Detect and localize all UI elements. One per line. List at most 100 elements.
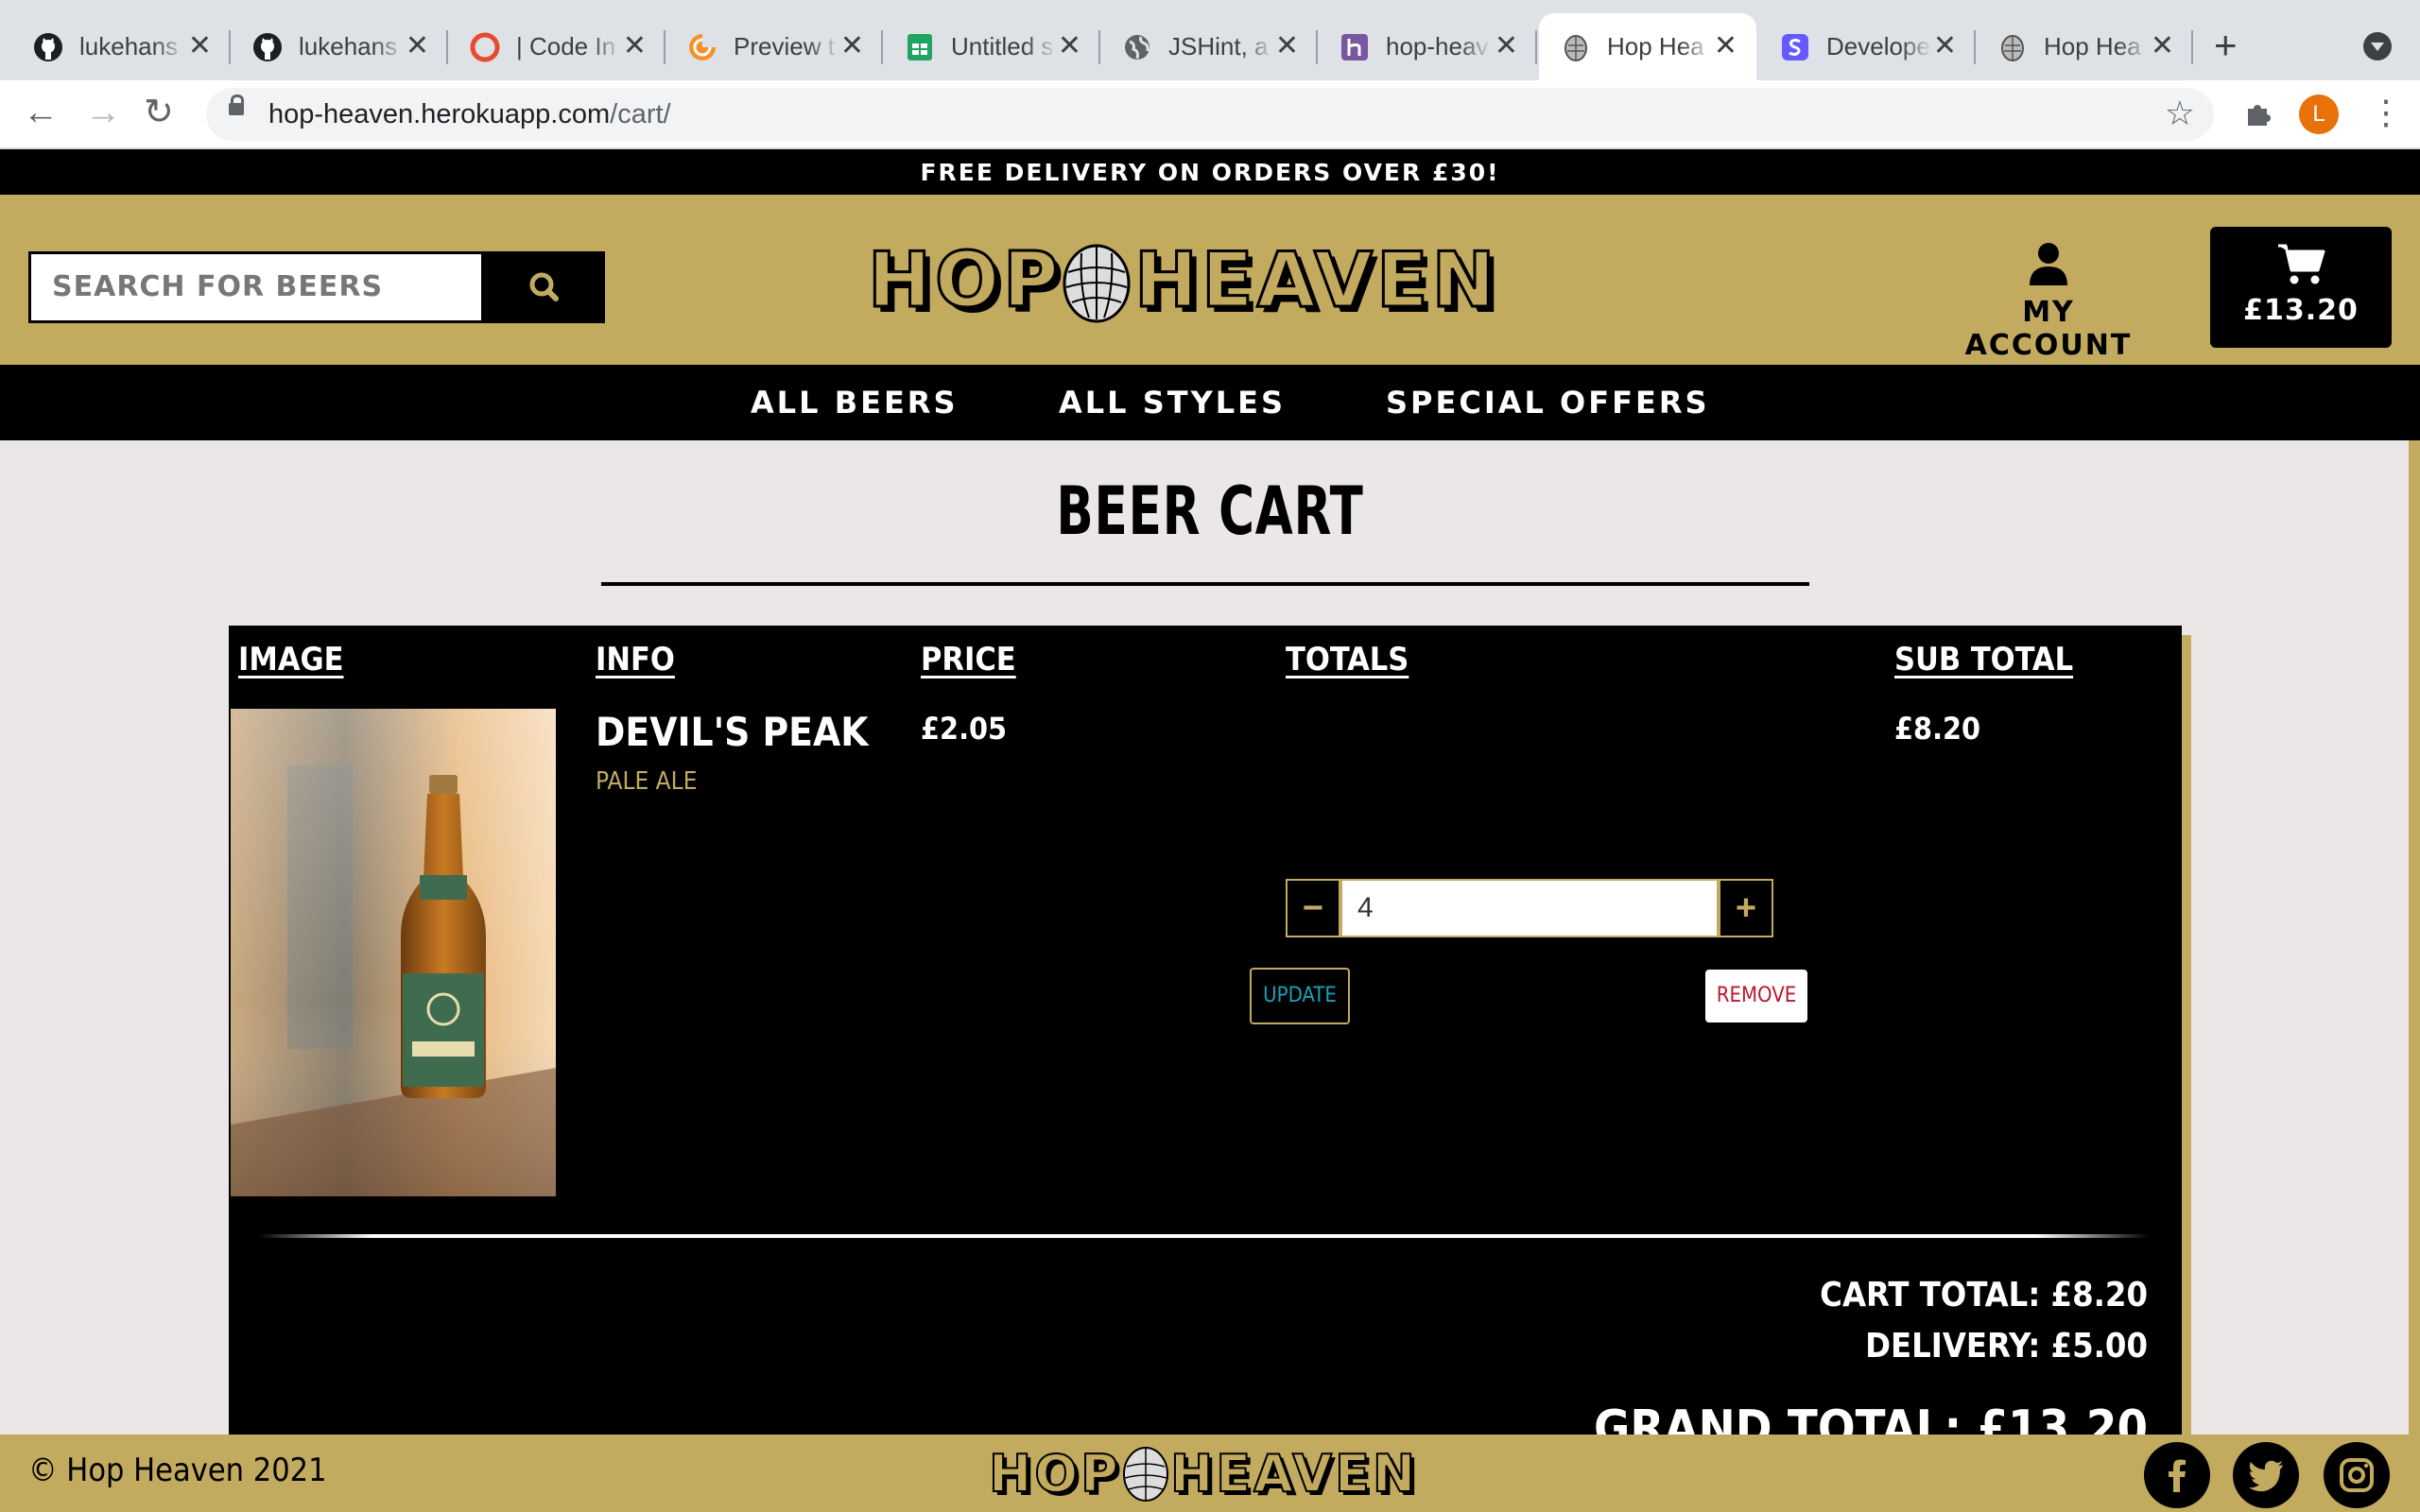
tab-title: JSHint, a xyxy=(1168,32,1269,60)
forward-icon[interactable]: → xyxy=(85,94,121,131)
search-input[interactable]: SEARCH FOR BEERS xyxy=(28,251,484,323)
url-text: hop-heaven.herokuapp.com/cart/ xyxy=(268,99,671,130)
extensions-icon[interactable] xyxy=(2242,97,2274,138)
address-bar[interactable]: hop-heaven.herokuapp.com/cart/ ☆ xyxy=(206,88,2214,141)
product-price: £2.05 xyxy=(921,711,1008,747)
menu-dots-icon[interactable]: ⋮ xyxy=(2369,94,2403,131)
lock-icon[interactable] xyxy=(229,94,244,115)
tab-title: Hop Hea xyxy=(2044,32,2141,60)
footer-logo[interactable]: HOP HOP HEAVEN HEAVEN xyxy=(987,1440,1433,1507)
close-icon[interactable]: ✕ xyxy=(2151,32,2174,60)
instagram-icon[interactable] xyxy=(2324,1442,2390,1508)
browser-tab[interactable]: | Code In ✕ xyxy=(448,13,666,80)
product-name[interactable]: DEVIL'S PEAK xyxy=(596,709,869,755)
hop-cone-icon xyxy=(1063,244,1131,323)
quantity-stepper: − 4 + xyxy=(1286,879,1773,937)
tab-search-icon[interactable] xyxy=(2363,32,2392,60)
new-tab-icon[interactable]: + xyxy=(2214,25,2238,66)
hop-icon xyxy=(1996,31,2029,63)
page-title: BEER CART xyxy=(1056,472,1364,550)
search-form: SEARCH FOR BEERS xyxy=(28,251,605,323)
copyright-text: © Hop Heaven 2021 xyxy=(28,1452,327,1489)
site-header: SEARCH FOR BEERS HOP HOP HEAVEN HEAVEN M… xyxy=(0,195,2420,365)
title-divider xyxy=(601,582,1809,586)
reload-icon[interactable]: ↻ xyxy=(144,94,174,131)
delivery-banner: FREE DELIVERY ON ORDERS OVER £30! xyxy=(0,149,2420,195)
stripe-icon xyxy=(1779,31,1811,63)
update-button[interactable]: UPDATE xyxy=(1250,968,1350,1024)
tab-title: lukehans xyxy=(299,32,398,60)
increment-button[interactable]: + xyxy=(1719,879,1773,937)
main-nav: ALL BEERS ALL STYLES SPECIAL OFFERS xyxy=(0,365,2420,440)
tab-title: Hop Hea xyxy=(1607,32,1704,60)
site-logo[interactable]: HOP HOP HEAVEN HEAVEN xyxy=(864,234,1526,331)
tab-title: hop-heav xyxy=(1386,32,1489,60)
decrement-button[interactable]: − xyxy=(1286,879,1340,937)
browser-tab[interactable]: lukehans ✕ xyxy=(231,13,448,80)
product-image[interactable] xyxy=(231,709,556,1196)
footer-logo-left-front: HOP xyxy=(989,1444,1121,1503)
browser-tab[interactable]: lukehans ✕ xyxy=(11,13,231,80)
browser-tab-bar: lukehans ✕ lukehans ✕ | Code In ✕ Previe… xyxy=(0,0,2420,80)
nav-special-offers[interactable]: SPECIAL OFFERS xyxy=(1386,365,1710,440)
url-path: /cart/ xyxy=(610,99,671,129)
header-image: IMAGE xyxy=(238,641,344,679)
globe-icon xyxy=(1121,31,1153,63)
close-icon[interactable]: ✕ xyxy=(1275,32,1299,60)
github-icon xyxy=(251,31,284,63)
tab-title: | Code In xyxy=(516,32,616,60)
my-account-link[interactable]: MY ACCOUNT xyxy=(1940,242,2157,362)
footer-logo-right-front: HEAVEN xyxy=(1170,1444,1418,1503)
browser-tab-active[interactable]: Hop Hea ✕ xyxy=(1539,13,1756,80)
profile-avatar[interactable]: L xyxy=(2299,94,2339,134)
browser-tab[interactable]: JSHint, a ✕ xyxy=(1100,13,1318,80)
header-subtotal: SUB TOTAL xyxy=(1894,641,2074,679)
tab-title: Preview t xyxy=(734,32,835,60)
close-icon[interactable]: ✕ xyxy=(406,32,429,60)
hop-icon xyxy=(1560,31,1592,63)
facebook-icon[interactable] xyxy=(2144,1442,2210,1508)
close-icon[interactable]: ✕ xyxy=(1714,32,1737,60)
remove-button[interactable]: REMOVE xyxy=(1705,970,1807,1022)
bookmark-star-icon[interactable]: ☆ xyxy=(2165,94,2195,133)
nav-all-styles[interactable]: ALL STYLES xyxy=(1059,365,1286,440)
browser-tab[interactable]: Preview t ✕ xyxy=(666,13,883,80)
close-icon[interactable]: ✕ xyxy=(1058,32,1081,60)
tab-title: Develope xyxy=(1826,32,1930,60)
product-subtotal: £8.20 xyxy=(1894,711,1981,747)
logo-text-left-front: HOP xyxy=(868,236,1063,324)
browser-tab[interactable]: Untitled s ✕ xyxy=(883,13,1100,80)
heroku-icon xyxy=(1339,31,1371,63)
tab-title: Untitled s xyxy=(951,32,1054,60)
twitter-icon[interactable] xyxy=(2233,1442,2299,1508)
header-totals: TOTALS xyxy=(1286,641,1409,679)
close-icon[interactable]: ✕ xyxy=(1495,32,1518,60)
site-footer: © Hop Heaven 2021 HOP HOP HEAVEN HEAVEN xyxy=(0,1435,2420,1512)
close-icon[interactable]: ✕ xyxy=(188,32,212,60)
quantity-input[interactable]: 4 xyxy=(1340,879,1719,937)
logo-text-right-front: HEAVEN xyxy=(1134,236,1499,324)
code-institute-icon xyxy=(469,31,501,63)
search-button[interactable] xyxy=(484,251,605,323)
sheets-icon xyxy=(904,31,936,63)
browser-tab[interactable]: Develope ✕ xyxy=(1758,13,1976,80)
header-price: PRICE xyxy=(921,641,1016,679)
my-account-label: MY ACCOUNT xyxy=(1964,296,2133,362)
tab-title: lukehans xyxy=(79,32,179,60)
delivery-cost: DELIVERY: £5.00 xyxy=(1865,1327,2148,1366)
preview-icon xyxy=(686,31,718,63)
close-icon[interactable]: ✕ xyxy=(1933,32,1957,60)
grand-total: GRAND TOTAL: £13.20 xyxy=(1594,1400,2148,1435)
scrollbar[interactable] xyxy=(2409,440,2420,1435)
cart-button[interactable]: £13.20 xyxy=(2210,227,2392,348)
url-host: hop-heaven.herokuapp.com xyxy=(268,99,611,129)
browser-tab[interactable]: Hop Hea ✕ xyxy=(1976,13,2193,80)
user-icon xyxy=(2030,243,2067,285)
browser-tab[interactable]: hop-heav ✕ xyxy=(1318,13,1537,80)
github-icon xyxy=(32,31,64,63)
close-icon[interactable]: ✕ xyxy=(623,32,647,60)
back-icon[interactable]: ← xyxy=(23,94,59,131)
cart-divider xyxy=(259,1234,2150,1238)
close-icon[interactable]: ✕ xyxy=(840,32,864,60)
nav-all-beers[interactable]: ALL BEERS xyxy=(751,365,958,440)
